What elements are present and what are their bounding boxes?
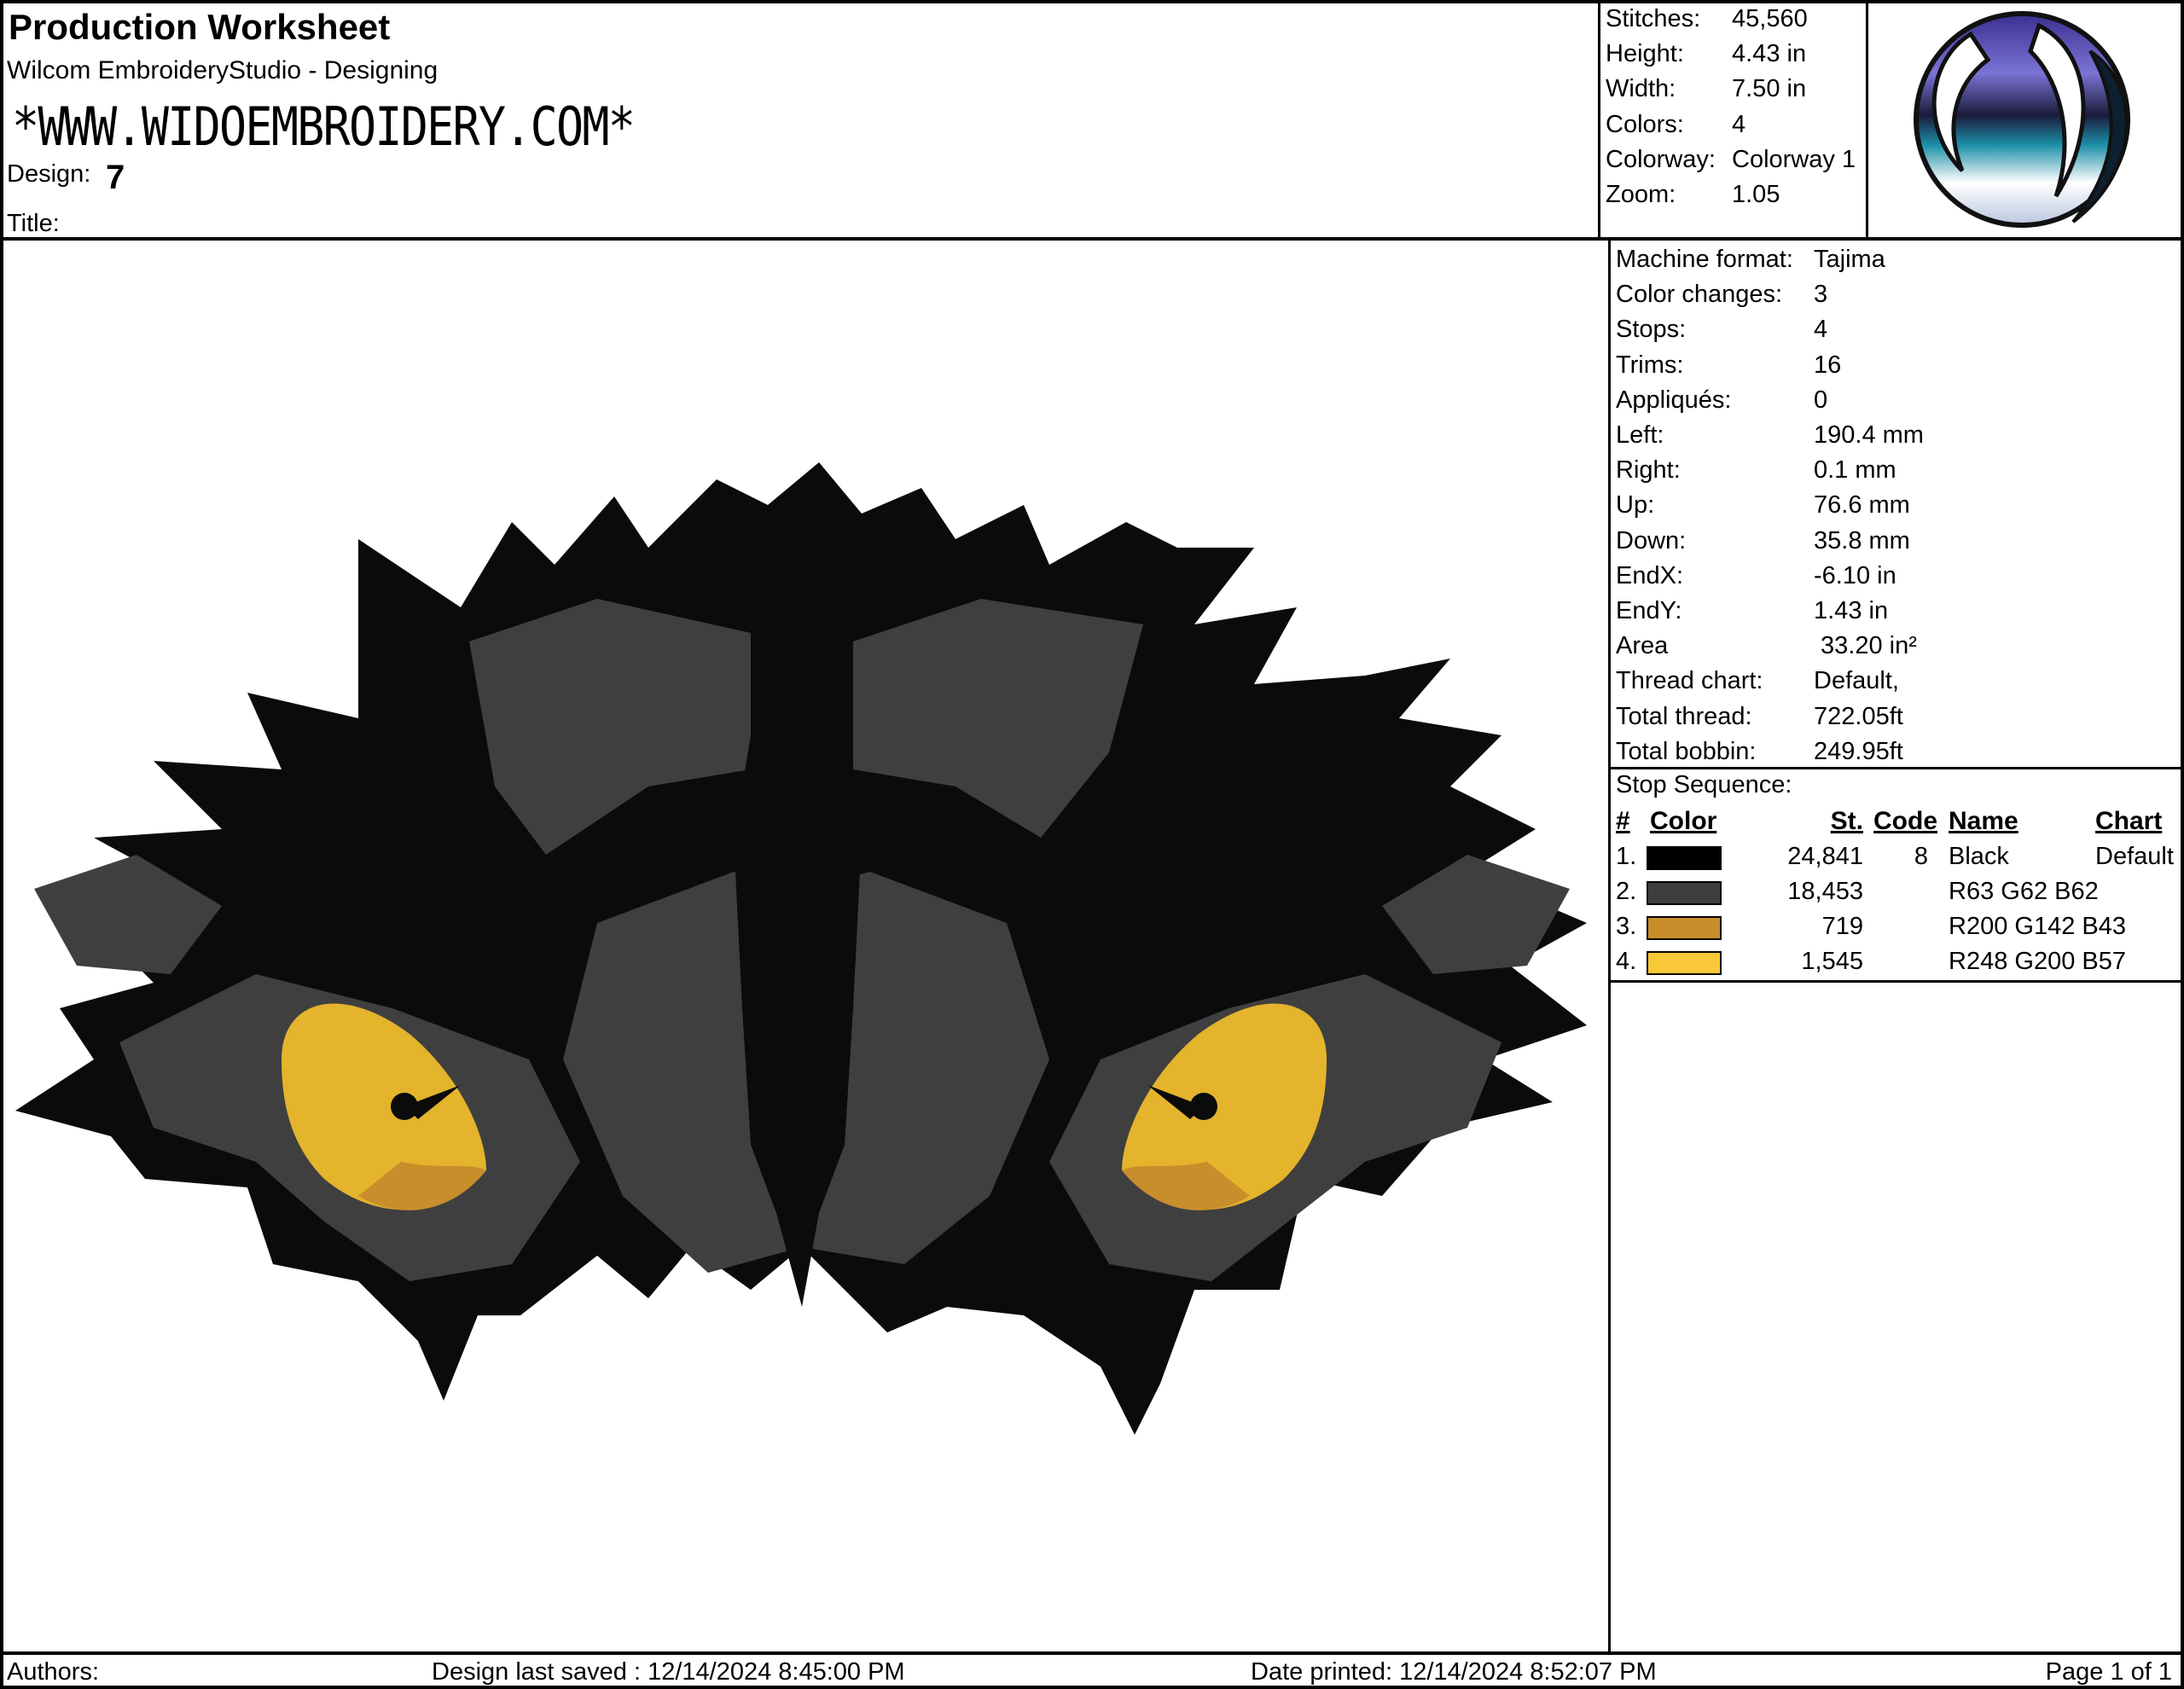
design-value: 7 xyxy=(106,159,125,196)
thread-code: 8 xyxy=(1914,843,1928,870)
machine-details: Machine format: Tajima Color changes: 3 Stop… xyxy=(1611,241,2184,769)
detail-value: Default, xyxy=(1814,667,1899,695)
color-swatch xyxy=(1647,846,1722,870)
software-name: Wilcom EmbroideryStudio - Designing xyxy=(7,56,439,84)
detail-key: Down: xyxy=(1616,526,1687,554)
detail-row: Left: 190.4 mm xyxy=(1616,421,1924,450)
detail-key: Up: xyxy=(1616,491,1655,519)
brand-logo-icon xyxy=(1914,11,2130,228)
detail-value: 33.20 in² xyxy=(1814,632,1917,660)
detail-value: 722.05ft xyxy=(1814,702,1903,730)
detail-key: Color changes: xyxy=(1616,281,1783,309)
thread-name: R200 G142 B43 xyxy=(1949,913,2126,940)
row-number: 1. xyxy=(1616,843,1637,870)
detail-value: -6.10 in xyxy=(1814,561,1896,589)
embroidery-design-image xyxy=(15,462,1587,1435)
detail-key: Trims: xyxy=(1616,351,1684,379)
page-title: Production Worksheet xyxy=(9,7,391,47)
thread-name: Black xyxy=(1949,843,2009,870)
detail-value: 0 xyxy=(1814,386,1828,414)
col-header-color: Color xyxy=(1650,807,1717,835)
stitch-count: 24,841 xyxy=(1787,843,1863,870)
page-number: Page 1 of 1 xyxy=(2045,1658,2172,1686)
title-label: Title: xyxy=(7,210,60,237)
detail-row: Up: 76.6 mm xyxy=(1616,491,1910,519)
stat-zoom: Zoom: 1.05 xyxy=(1606,181,1780,208)
thread-name: R248 G200 B57 xyxy=(1949,948,2126,975)
detail-row: EndX: -6.10 in xyxy=(1616,562,1896,590)
stat-stitches: Stitches: 45,560 xyxy=(1606,5,1808,32)
row-number: 2. xyxy=(1616,878,1637,905)
detail-value: Tajima xyxy=(1814,246,1885,273)
detail-row: Total thread: 722.05ft xyxy=(1616,703,1903,731)
design-preview xyxy=(0,241,1611,1651)
row-number: 4. xyxy=(1616,948,1637,975)
design-label: Design: xyxy=(7,160,91,188)
table-row: 4. 1,545 R248 G200 B57 xyxy=(1611,948,2184,982)
stat-colors: Colors: 4 xyxy=(1606,111,1746,138)
table-row: 2. 18,453 R63 G62 B62 xyxy=(1611,878,2184,912)
color-swatch xyxy=(1647,881,1722,905)
detail-key: EndX: xyxy=(1616,561,1683,589)
col-header-st: St. xyxy=(1830,807,1863,835)
col-header-code: Code xyxy=(1873,807,1937,835)
design-stats: Stitches: 45,560 Height: 4.43 in Width: 7.5… xyxy=(1600,0,1868,241)
col-header-name: Name xyxy=(1949,807,2018,835)
col-header-chart: Chart xyxy=(2095,807,2163,835)
detail-row: Total bobbin: 249.95ft xyxy=(1616,738,1903,766)
stat-colorway: Colorway: Colorway 1 xyxy=(1606,146,1856,173)
stat-width: Width: 7.50 in xyxy=(1606,75,1807,102)
detail-value: 3 xyxy=(1814,281,1828,309)
col-header-num: # xyxy=(1616,807,1630,835)
color-swatch xyxy=(1647,916,1722,940)
detail-row: Down: 35.8 mm xyxy=(1616,527,1910,555)
detail-value: 4 xyxy=(1814,316,1828,344)
stitch-count: 1,545 xyxy=(1801,948,1863,975)
thread-name: R63 G62 B62 xyxy=(1949,878,2099,905)
detail-value: 249.95ft xyxy=(1814,737,1903,765)
authors-label: Authors: xyxy=(7,1658,99,1686)
detail-key: Total bobbin: xyxy=(1616,737,1757,765)
detail-row: Trims: 16 xyxy=(1616,351,1841,380)
detail-key: Thread chart: xyxy=(1616,667,1763,695)
detail-row: Stops: 4 xyxy=(1616,316,1827,344)
detail-value: 0.1 mm xyxy=(1814,456,1896,485)
detail-value: 1.43 in xyxy=(1814,597,1889,624)
detail-value: 190.4 mm xyxy=(1814,421,1924,449)
row-number: 3. xyxy=(1616,913,1637,940)
worksheet-footer: Authors: Design last saved : 12/14/2024 … xyxy=(0,1651,2184,1689)
stat-height: Height: 4.43 in xyxy=(1606,40,1807,67)
detail-key: Area xyxy=(1616,632,1669,660)
table-row: 1. 24,841 8 Black Default xyxy=(1611,843,2184,877)
stitch-count: 719 xyxy=(1821,913,1863,940)
detail-row: Right: 0.1 mm xyxy=(1616,456,1896,485)
logo-box xyxy=(1868,0,2184,241)
detail-row: Appliqués: 0 xyxy=(1616,386,1827,415)
detail-key: Machine format: xyxy=(1616,246,1793,273)
stitch-count: 18,453 xyxy=(1787,878,1863,905)
detail-row: Thread chart: Default, xyxy=(1616,667,1899,695)
detail-key: Appliqués: xyxy=(1616,386,1732,414)
detail-key: Total thread: xyxy=(1616,702,1752,730)
detail-row: Color changes: 3 xyxy=(1616,281,1827,309)
color-swatch xyxy=(1647,951,1722,975)
detail-row: Area 33.20 in² xyxy=(1616,632,1917,660)
detail-value: 35.8 mm xyxy=(1814,526,1910,554)
detail-key: EndY: xyxy=(1616,597,1682,624)
date-printed: Date printed: 12/14/2024 8:52:07 PM xyxy=(1251,1658,1657,1686)
detail-value: 76.6 mm xyxy=(1814,491,1910,519)
table-row: 3. 719 R200 G142 B43 xyxy=(1611,913,2184,947)
detail-row: EndY: 1.43 in xyxy=(1616,597,1888,625)
stop-sequence: Stop Sequence: # Color St. Code Name Cha… xyxy=(1611,769,2184,983)
detail-key: Stops: xyxy=(1616,316,1687,344)
stop-sequence-label: Stop Sequence: xyxy=(1616,771,1792,798)
worksheet-header: Production Worksheet Wilcom EmbroiderySt… xyxy=(0,0,1600,241)
website-text: *WWW.WIDOEMBROIDERY.COM* xyxy=(12,96,636,158)
detail-key: Right: xyxy=(1616,456,1681,485)
last-saved: Design last saved : 12/14/2024 8:45:00 P… xyxy=(432,1658,905,1686)
thread-chart: Default xyxy=(2095,843,2174,870)
detail-key: Left: xyxy=(1616,421,1664,449)
detail-value: 16 xyxy=(1814,351,1842,379)
detail-row: Machine format: Tajima xyxy=(1616,246,1885,274)
